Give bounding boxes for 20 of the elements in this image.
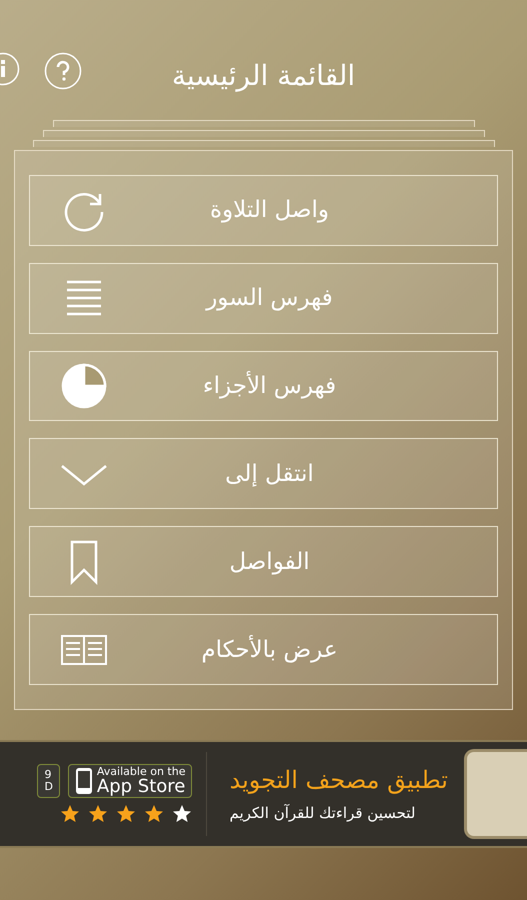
star-icon bbox=[172, 804, 192, 824]
banner-subtitle: لتحسين قراءتك للقرآن الكريم bbox=[229, 804, 416, 822]
help-icon[interactable] bbox=[44, 52, 82, 90]
phone-icon bbox=[74, 767, 93, 795]
store-badge[interactable]: 9 D bbox=[37, 764, 60, 798]
menu-item[interactable]: الفواصل bbox=[29, 526, 498, 598]
star-icon bbox=[116, 804, 136, 824]
star-icon bbox=[88, 804, 108, 824]
star-icon bbox=[144, 804, 164, 824]
menu-item[interactable]: فهرس السور bbox=[29, 262, 498, 334]
menu-item[interactable]: عرض بالأحكام bbox=[29, 614, 498, 685]
menu-item[interactable]: فهرس الأجزاء bbox=[29, 350, 498, 422]
star-icon bbox=[60, 804, 80, 824]
menu-item[interactable]: انتقل إلى bbox=[29, 438, 498, 510]
app-icon bbox=[464, 749, 527, 839]
screen-title: القائمة الرئيسية bbox=[172, 58, 356, 92]
pie-chart-icon bbox=[60, 362, 108, 410]
app-store-badge[interactable]: Available on the App Store bbox=[68, 764, 192, 798]
menu-item[interactable]: واصل التلاوة bbox=[29, 175, 498, 246]
banner-title: تطبيق مصحف التجويد bbox=[229, 766, 448, 794]
